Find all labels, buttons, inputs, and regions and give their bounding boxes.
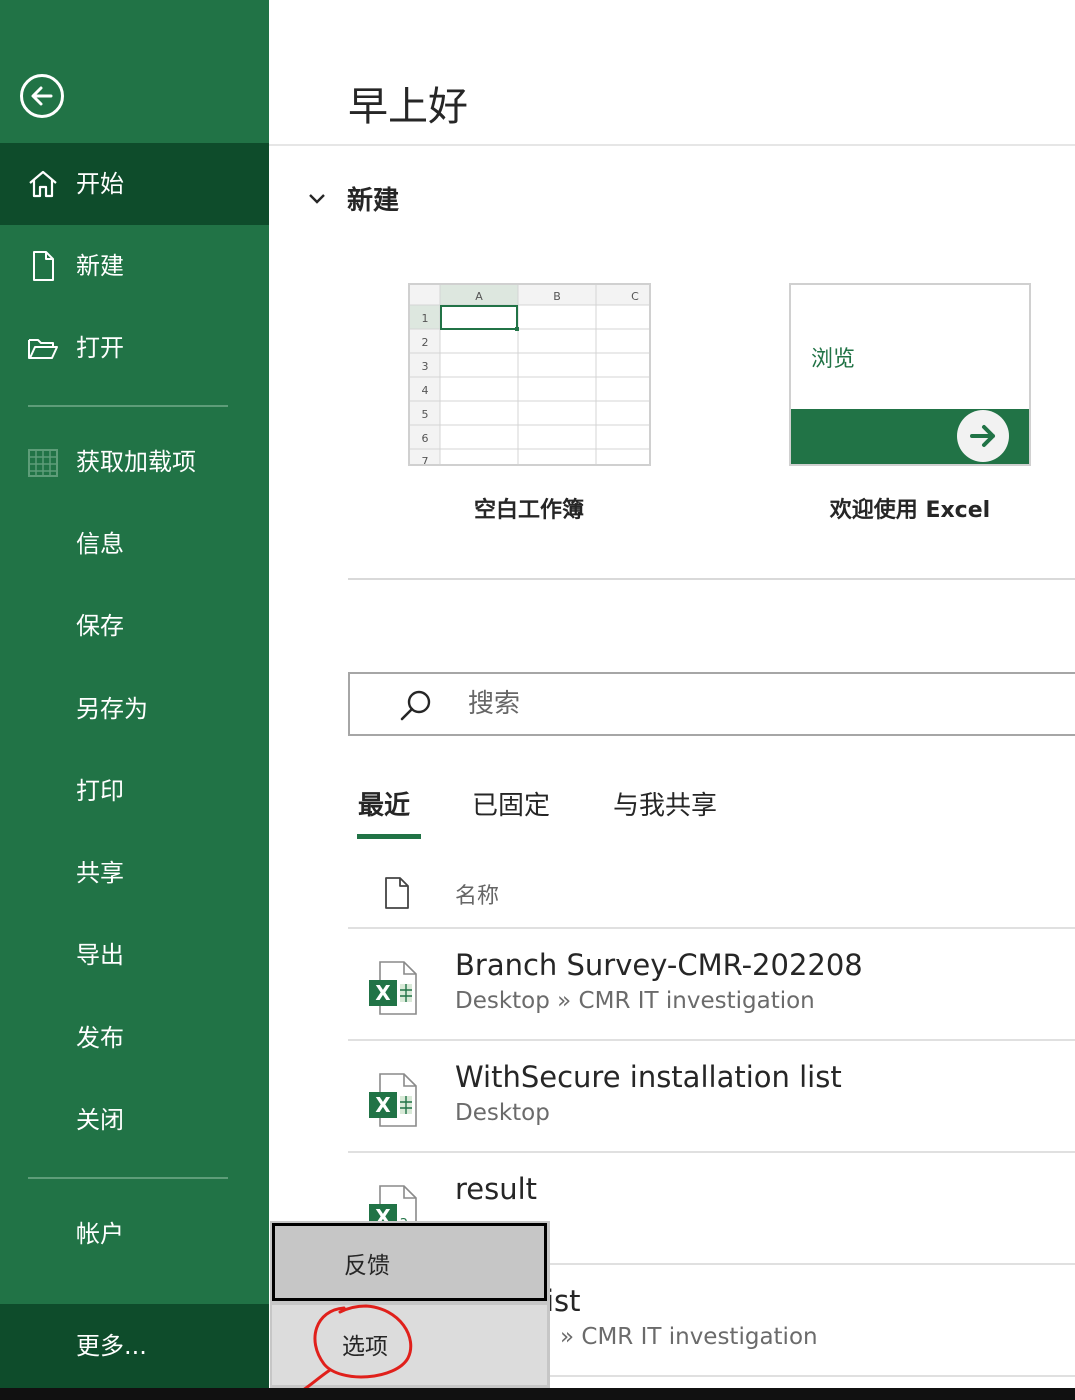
browse-text: 浏览 [811,347,856,372]
nav-save-as[interactable]: 另存为 [0,668,269,750]
new-section-toggle[interactable]: 新建 [305,180,399,216]
nav-account-label: 帐户 [76,1220,124,1248]
file-path: Desktop » CMR IT investigation [455,988,815,1014]
excel-file-icon: X [369,1073,417,1127]
nav-new-label: 新建 [76,252,124,280]
nav-publish[interactable]: 发布 [0,997,269,1079]
nav-save[interactable]: 保存 [0,585,269,667]
nav-export-label: 导出 [76,941,124,969]
nav-account[interactable]: 帐户 [0,1193,269,1275]
greeting-title: 早上好 [348,84,468,130]
new-document-icon [33,251,54,281]
nav-new[interactable]: 新建 [0,225,269,307]
nav-get-addins-label: 获取加载项 [76,448,196,476]
nav-home-label: 开始 [76,170,124,198]
nav-close-label: 关闭 [76,1106,124,1134]
svg-text:X: X [375,1093,391,1117]
blank-workbook-preview: A B C 1 2 3 4 5 6 7 [410,285,649,466]
tab-recent[interactable]: 最近 [358,786,410,826]
nav-more-label: 更多... [76,1332,147,1360]
bottom-edge-bar [0,1388,1075,1400]
menu-item-options-label: 选项 [342,1334,388,1360]
search-box[interactable] [348,672,1075,736]
row-divider [348,1151,1075,1153]
preview-row-1: 1 [422,312,429,325]
add-ins-icon [28,449,58,477]
blank-workbook-tile[interactable]: A B C 1 2 3 4 5 6 7 [408,283,651,466]
menu-item-feedback-label: 反馈 [344,1253,390,1279]
file-row[interactable]: X WithSecure installation list Desktop [348,1052,1075,1164]
file-path: » CMR IT investigation [560,1324,818,1350]
nav-export[interactable]: 导出 [0,914,269,996]
blank-workbook-caption: 空白工作簿 [473,498,584,523]
name-column-header[interactable]: 名称 [455,878,499,910]
home-icon [29,170,57,198]
welcome-excel-caption: 欢迎使用 Excel [829,498,991,523]
file-name: Branch Survey-CMR-202208 [455,948,863,982]
backstage-sidebar: 开始 新建 打开 获取加载项 信息 保存 另存为 打印 共享 导出 发布 关闭 … [0,0,269,1388]
sidebar-divider [28,1177,228,1179]
arrow-right-icon [957,410,1009,462]
nav-save-as-label: 另存为 [76,695,148,723]
preview-col-b: B [553,290,561,303]
nav-save-label: 保存 [76,612,124,640]
header-divider [269,144,1075,146]
back-arrow-icon [31,86,53,106]
file-row[interactable]: X Branch Survey-CMR-202208 Desktop » CMR… [348,940,1075,1052]
preview-row-7: 7 [422,455,429,466]
preview-col-a: A [475,290,483,303]
sidebar-divider [28,405,228,407]
open-folder-icon [28,339,58,359]
nav-print[interactable]: 打印 [0,750,269,832]
file-name: WithSecure installation list [455,1060,842,1094]
nav-close[interactable]: 关闭 [0,1079,269,1161]
active-tab-indicator [357,834,421,839]
nav-open[interactable]: 打开 [0,307,269,389]
search-input[interactable] [468,684,1048,724]
file-name: ist [546,1284,581,1318]
nav-get-addins[interactable]: 获取加载项 [0,421,269,503]
row-divider [348,927,1075,929]
preview-col-c: C [631,290,639,303]
nav-info-label: 信息 [76,530,124,558]
nav-share[interactable]: 共享 [0,832,269,914]
nav-home[interactable]: 开始 [0,143,269,225]
nav-publish-label: 发布 [76,1024,124,1052]
row-divider [348,1039,1075,1041]
menu-item-options[interactable]: 选项 [272,1305,547,1385]
menu-item-feedback[interactable]: 反馈 [272,1223,547,1301]
preview-row-5: 5 [422,408,429,421]
tab-pinned[interactable]: 已固定 [472,786,550,826]
more-popup-menu: 反馈 选项 [270,1221,550,1388]
preview-row-2: 2 [422,336,429,349]
chevron-down-icon [309,194,325,204]
file-path: Desktop [455,1100,550,1126]
nav-share-label: 共享 [76,859,124,887]
nav-open-label: 打开 [76,334,124,362]
preview-row-3: 3 [422,360,429,373]
back-button[interactable] [20,74,64,118]
section-divider [348,578,1075,580]
nav-print-label: 打印 [76,777,124,805]
tab-shared-with-me[interactable]: 与我共享 [613,786,717,826]
file-type-icon [385,877,409,909]
nav-more-button[interactable]: 更多... [0,1304,269,1388]
excel-file-icon: X [369,961,417,1015]
new-section-label: 新建 [347,185,400,216]
svg-text:X: X [375,981,391,1005]
search-icon [400,690,431,721]
preview-row-4: 4 [422,384,429,397]
nav-info[interactable]: 信息 [0,503,269,585]
file-name: result [455,1172,538,1206]
preview-row-6: 6 [422,432,429,445]
welcome-excel-tile[interactable]: 浏览 [789,283,1031,466]
